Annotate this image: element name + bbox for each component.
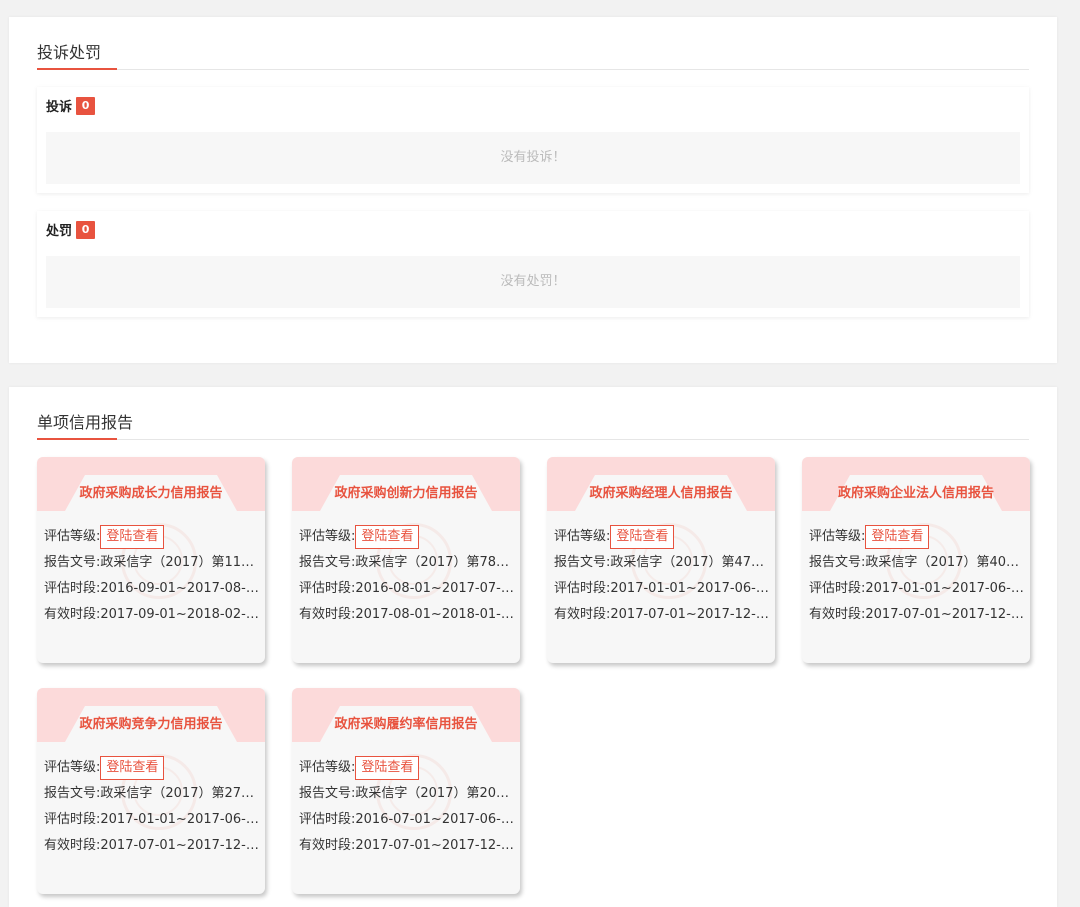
report-number: 报告文号:政采信字（2017）第2005… [299, 786, 514, 801]
valid-period: 有效时段:2017-07-01~2017-12-31 [44, 838, 259, 853]
card-title: 政府采购成长力信用报告 [79, 486, 223, 501]
rating-row: 评估等级: 登陆查看 [554, 524, 769, 550]
rating-label: 评估等级: [44, 529, 101, 544]
card-title: 政府采购创新力信用报告 [334, 486, 478, 501]
login-to-view-button[interactable]: 登陆查看 [355, 755, 420, 780]
section-header: 投诉处罚 [37, 43, 1029, 70]
card-title: 政府采购企业法人信用报告 [837, 486, 994, 501]
penalty-label: 处罚 [46, 224, 73, 239]
report-number: 报告文号:政采信字（2017）第2764… [44, 786, 259, 801]
login-to-view-button[interactable]: 登陆查看 [865, 524, 930, 549]
evaluation-period: 评估时段:2016-07-01~2017-06-30 [299, 812, 514, 827]
valid-period: 有效时段:2017-08-01~2018-01-31 [299, 607, 514, 622]
section-title-underline [37, 438, 117, 440]
login-to-view-button[interactable]: 登陆查看 [610, 524, 675, 549]
evaluation-period: 评估时段:2017-01-01~2017-06-30 [809, 581, 1024, 596]
complaint-count-badge: 0 [76, 96, 96, 115]
section-title-underline [37, 68, 117, 70]
section-title: 单项信用报告 [37, 413, 134, 432]
section-header: 单项信用报告 [37, 413, 1029, 440]
valid-period: 有效时段:2017-07-01~2017-12-31 [299, 838, 514, 853]
penalty-empty-message: 没有处罚！ [46, 256, 1020, 308]
card-title: 政府采购履约率信用报告 [334, 717, 478, 732]
login-to-view-button[interactable]: 登陆查看 [100, 524, 165, 549]
card-title: 政府采购经理人信用报告 [589, 486, 733, 501]
evaluation-period: 评估时段:2016-09-01~2017-08-31 [44, 581, 259, 596]
valid-period: 有效时段:2017-07-01~2017-12-31 [554, 607, 769, 622]
rating-row: 评估等级: 登陆查看 [299, 755, 514, 781]
card-title: 政府采购竞争力信用报告 [79, 717, 223, 732]
complaint-label: 投诉 [46, 100, 73, 115]
report-number: 报告文号:政采信字（2017）第4046… [809, 555, 1024, 570]
rating-label: 评估等级: [44, 760, 101, 775]
rating-label: 评估等级: [554, 529, 611, 544]
complaint-empty-message: 没有投诉！ [46, 132, 1020, 184]
report-card: 政府采购创新力信用报告评估等级: 登陆查看报告文号:政采信字（2017）第7874… [292, 457, 520, 663]
rating-label: 评估等级: [299, 529, 356, 544]
complaint-box: 投诉 0 没有投诉！ [37, 87, 1029, 193]
rating-row: 评估等级: 登陆查看 [809, 524, 1024, 550]
report-number: 报告文号:政采信字（2017）第7874… [299, 555, 514, 570]
rating-row: 评估等级: 登陆查看 [299, 524, 514, 550]
login-to-view-button[interactable]: 登陆查看 [100, 755, 165, 780]
valid-period: 有效时段:2017-07-01~2017-12-31 [809, 607, 1024, 622]
rating-label: 评估等级: [809, 529, 866, 544]
evaluation-period: 评估时段:2016-08-01~2017-07-31 [299, 581, 514, 596]
login-to-view-button[interactable]: 登陆查看 [355, 524, 420, 549]
complaints-penalties-panel: 投诉处罚 投诉 0 没有投诉！ 处罚 0 没有处罚！ [9, 17, 1057, 363]
penalty-count-badge: 0 [76, 220, 96, 239]
rating-label: 评估等级: [299, 760, 356, 775]
rating-row: 评估等级: 登陆查看 [44, 524, 259, 550]
report-card: 政府采购企业法人信用报告评估等级: 登陆查看报告文号:政采信字（2017）第404… [802, 457, 1030, 663]
report-number: 报告文号:政采信字（2017）第1178… [44, 555, 259, 570]
report-card: 政府采购经理人信用报告评估等级: 登陆查看报告文号:政采信字（2017）第4710… [547, 457, 775, 663]
rating-row: 评估等级: 登陆查看 [44, 755, 259, 781]
valid-period: 有效时段:2017-09-01~2018-02-28 [44, 607, 259, 622]
report-card: 政府采购成长力信用报告评估等级: 登陆查看报告文号:政采信字（2017）第1178… [37, 457, 265, 663]
credit-reports-panel: 单项信用报告 政府采购成长力信用报告 评估等级: 登陆查看 报告文号:政采信字（201… [9, 387, 1057, 907]
evaluation-period: 评估时段:2017-01-01~2017-06-30 [554, 581, 769, 596]
penalty-box: 处罚 0 没有处罚！ [37, 211, 1029, 317]
report-card: 政府采购竞争力信用报告评估等级: 登陆查看报告文号:政采信字（2017）第2764… [37, 688, 265, 894]
evaluation-period: 评估时段:2017-01-01~2017-06-30 [44, 812, 259, 827]
report-card: 政府采购履约率信用报告评估等级: 登陆查看报告文号:政采信字（2017）第2005… [292, 688, 520, 894]
report-number: 报告文号:政采信字（2017）第4710… [554, 555, 769, 570]
section-title: 投诉处罚 [37, 43, 102, 62]
